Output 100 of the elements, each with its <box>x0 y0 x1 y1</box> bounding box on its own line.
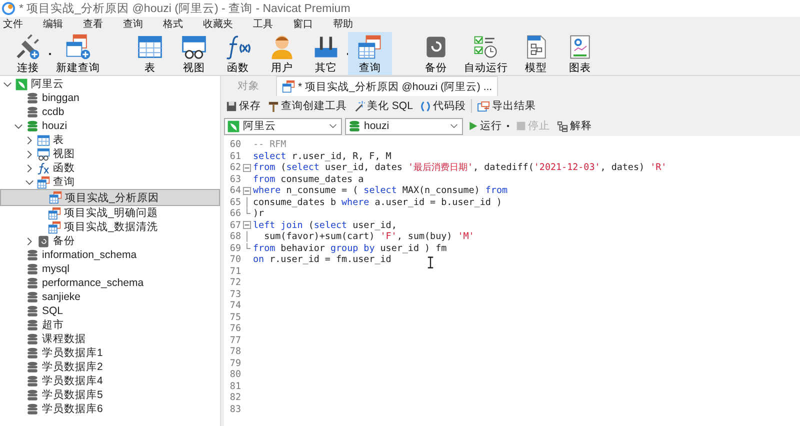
menu-item[interactable]: 收藏夹 <box>203 18 233 30</box>
line-number: 64 <box>228 185 241 196</box>
tree-item[interactable]: 课程数据 <box>0 332 220 346</box>
fold-toggle-icon[interactable] <box>243 221 251 230</box>
toolbar-button[interactable]: 视图 <box>172 32 216 75</box>
table-icon <box>136 33 164 61</box>
tree-item[interactable]: 超市 <box>0 318 220 332</box>
query-icon <box>49 191 62 204</box>
text-cursor-icon <box>427 256 434 269</box>
menu-item[interactable]: 帮助 <box>333 18 353 30</box>
tree-item[interactable]: 学员数据库2 <box>0 360 220 374</box>
toolbar-button[interactable]: 备份 <box>414 32 458 75</box>
code-line: where n_consume = ( select MAX(n_consume) from <box>253 185 508 196</box>
chevron-down-icon <box>329 122 337 130</box>
toolbar-button[interactable]: 模型 <box>514 32 558 75</box>
fold-toggle-icon[interactable] <box>243 164 251 172</box>
function-icon <box>37 162 50 174</box>
tree-item[interactable]: performance_schema <box>0 276 220 290</box>
database-icon <box>26 374 39 388</box>
database-icon <box>26 106 39 118</box>
menu-item[interactable]: 查询 <box>123 18 143 30</box>
line-number: 66 <box>228 208 241 220</box>
backup-icon <box>37 234 50 248</box>
code-line: -- RFM <box>253 139 286 150</box>
tree-item[interactable]: information_schema <box>0 248 220 262</box>
query-toolbar-button[interactable]: 查询创建工具 <box>266 99 349 113</box>
tree-item[interactable]: 学员数据库4 <box>0 374 220 388</box>
line-number: 73 <box>228 288 241 300</box>
query-toolbar-button[interactable]: 代码段 <box>418 99 468 113</box>
query-toolbar-button[interactable]: 保存 <box>224 99 263 113</box>
line-number: 75 <box>228 312 241 323</box>
toolbar-button[interactable]: 新建查询 <box>50 32 106 75</box>
connection-select[interactable]: 阿里云 <box>224 118 342 134</box>
database-icon <box>26 304 39 318</box>
toolbar-button[interactable]: 自动运行 <box>458 32 514 75</box>
database-icon <box>26 346 39 360</box>
plug-icon <box>14 33 42 61</box>
database-icon <box>26 290 39 304</box>
line-number: 71 <box>228 266 241 277</box>
line-number: 82 <box>228 392 241 404</box>
tree-item[interactable]: sanjieke <box>0 290 220 304</box>
menu-item[interactable]: 编辑 <box>43 18 63 30</box>
tree-item[interactable]: SQL <box>0 304 220 318</box>
play-icon <box>468 121 478 131</box>
chevron-down-icon[interactable] <box>25 178 34 186</box>
line-number: 81 <box>228 380 241 392</box>
query-toolbar-button[interactable]: 美化 SQL <box>352 99 415 113</box>
line-number: 76 <box>228 323 241 334</box>
tree-item[interactable]: 备份 <box>0 234 220 248</box>
database-icon <box>26 402 39 416</box>
tree-item[interactable]: binggan <box>0 91 220 105</box>
chevron-down-icon[interactable] <box>3 80 12 88</box>
menu-item[interactable]: 文件 <box>3 18 23 30</box>
run-toolbar-button[interactable]: 运行 <box>466 119 511 133</box>
toolbar-button[interactable]: 图表 <box>558 32 602 75</box>
query-toolbar-button[interactable]: 导出结果 <box>474 99 538 113</box>
tree-item[interactable]: 学员数据库1 <box>0 346 220 360</box>
database-select[interactable]: houzi <box>345 118 463 134</box>
tree-item[interactable]: mysql <box>0 262 220 276</box>
database-icon <box>26 332 39 346</box>
menu-item[interactable]: 查看 <box>83 18 103 30</box>
tree-item[interactable]: 阿里云 <box>0 77 220 91</box>
tree-item[interactable]: 项目实战_明确问题 <box>0 206 220 220</box>
tree-item[interactable]: 查询 <box>0 175 220 189</box>
tree-item[interactable]: 视图 <box>0 147 220 161</box>
tree-item[interactable]: houzi <box>0 119 220 133</box>
line-number: 74 <box>228 300 241 312</box>
toolbar-button[interactable]: 查询 <box>348 32 392 75</box>
tree-item[interactable]: 学员数据库5 <box>0 388 220 402</box>
toolbar-button[interactable]: 表 <box>128 32 172 75</box>
run-toolbar-button[interactable]: 解释 <box>555 119 594 133</box>
save-icon <box>226 100 237 112</box>
toolbar-button[interactable]: 其它 <box>304 32 348 75</box>
query-icon <box>282 80 295 93</box>
tree-item[interactable]: 函数 <box>0 161 220 175</box>
toolbar-button[interactable]: 函数 <box>216 32 260 75</box>
chevron-down-icon <box>450 122 458 130</box>
code-line: select r.user_id, R, F, M <box>253 150 392 162</box>
tree-item[interactable]: 项目实战_数据清洗 <box>0 220 220 234</box>
toolbar-button[interactable]: 用户 <box>260 32 304 75</box>
tree-item[interactable]: 项目实战_分析原因 <box>0 189 220 206</box>
tab[interactable]: * 项目实战_分析原因 @houzi (阿里云) ... <box>276 76 498 96</box>
fold-toggle-icon[interactable] <box>243 186 251 195</box>
line-number: 61 <box>228 150 241 162</box>
database-icon <box>26 318 39 332</box>
toolbar-button[interactable]: 连接 <box>6 32 50 75</box>
menu-item[interactable]: 工具 <box>253 18 273 30</box>
tree-item[interactable]: ccdb <box>0 105 220 119</box>
tree-item[interactable]: 学员数据库6 <box>0 402 220 416</box>
menu-item[interactable]: 窗口 <box>293 18 313 30</box>
app-logo-icon <box>2 2 15 15</box>
stop-icon <box>516 121 526 131</box>
code-line: from consume_dates a <box>253 174 364 185</box>
menu-item[interactable]: 格式 <box>163 18 183 30</box>
parentheses-icon <box>420 100 431 112</box>
line-number: 63 <box>228 174 241 185</box>
chevron-down-icon[interactable] <box>14 122 23 130</box>
chevron-right-icon[interactable] <box>25 236 34 246</box>
tree-item[interactable]: 表 <box>0 133 220 147</box>
code-line: sum(favor)+sum(cart) 'F', sum(buy) 'M' <box>263 231 474 242</box>
